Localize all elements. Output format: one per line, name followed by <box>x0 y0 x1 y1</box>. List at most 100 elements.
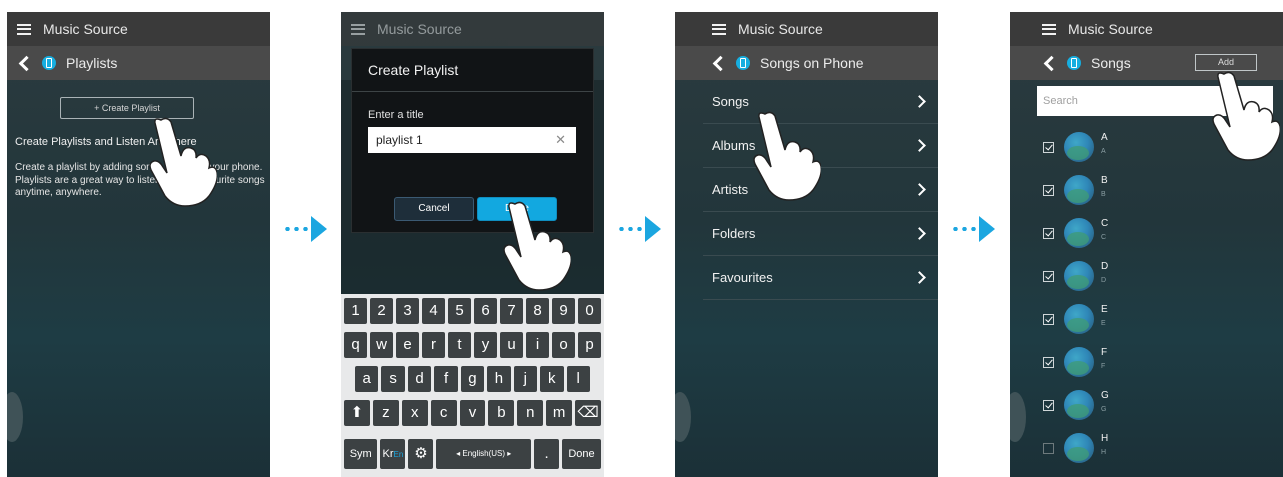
app-title: Music Source <box>377 21 462 37</box>
song-subtitle: G <box>1101 406 1107 413</box>
letter-key[interactable]: f <box>434 366 458 392</box>
letter-key[interactable]: s <box>381 366 405 392</box>
cancel-button[interactable]: Cancel <box>394 197 474 221</box>
number-key[interactable]: 2 <box>370 298 393 324</box>
language-key[interactable]: KrEn <box>380 439 406 469</box>
menu-item-favourites[interactable]: Favourites <box>703 256 938 300</box>
letter-key[interactable]: q <box>344 332 367 358</box>
menu-label: Albums <box>712 138 756 153</box>
chevron-right-icon <box>913 183 926 196</box>
key-row-bottom: ⬆ z x c v b n m ⌫ <box>344 400 602 426</box>
menu-icon[interactable] <box>17 23 31 35</box>
album-art-icon <box>1064 218 1094 248</box>
number-key[interactable]: 6 <box>474 298 497 324</box>
letter-key[interactable]: ⬆ <box>344 400 370 426</box>
done-key[interactable]: Done <box>562 439 601 469</box>
list-item[interactable]: BB <box>1010 169 1283 212</box>
back-icon[interactable] <box>18 55 35 71</box>
letter-key[interactable]: m <box>546 400 573 426</box>
number-key[interactable]: 4 <box>422 298 445 324</box>
key-row-middle: asdfghjkl <box>355 366 590 392</box>
letter-key[interactable]: r <box>422 332 445 358</box>
letter-key[interactable]: d <box>407 366 432 392</box>
list-item[interactable]: EE <box>1010 298 1283 341</box>
checkbox[interactable] <box>1043 443 1054 454</box>
letter-key[interactable]: n <box>517 400 544 426</box>
number-key[interactable]: 8 <box>526 298 549 324</box>
album-art-icon <box>1064 347 1094 377</box>
letter-key[interactable]: e <box>396 332 419 358</box>
page-title: Songs on Phone <box>760 55 864 71</box>
list-item[interactable]: FF <box>1010 341 1283 384</box>
clear-icon[interactable]: ✕ <box>555 127 566 153</box>
album-art-icon <box>1064 304 1094 334</box>
period-key[interactable]: . <box>534 439 560 469</box>
menu-item-folders[interactable]: Folders <box>703 212 938 256</box>
letter-key[interactable]: o <box>552 332 575 358</box>
checkbox[interactable] <box>1043 357 1054 368</box>
hand-pointer-icon <box>753 111 821 201</box>
album-art-icon <box>1064 175 1094 205</box>
song-subtitle: B <box>1101 191 1106 198</box>
list-item[interactable]: HH <box>1010 427 1283 470</box>
list-item[interactable]: GG <box>1010 384 1283 427</box>
letter-key[interactable]: x <box>401 400 428 426</box>
letter-key[interactable]: z <box>372 400 399 426</box>
number-key[interactable]: 1 <box>344 298 367 324</box>
number-key[interactable]: 3 <box>396 298 419 324</box>
letter-key[interactable]: v <box>459 400 486 426</box>
screen-songs: Music Source Songs Add Search AABBCCDDEE… <box>1010 12 1283 477</box>
menu-label: Artists <box>712 182 749 197</box>
letter-key[interactable]: c <box>430 400 457 426</box>
screen-playlists: Music Source Playlists + Create Playlist… <box>7 12 270 477</box>
hand-pointer-icon <box>149 117 217 207</box>
checkbox[interactable] <box>1043 185 1054 196</box>
app-title: Music Source <box>738 21 823 37</box>
menu-icon[interactable] <box>351 23 365 35</box>
number-key[interactable]: 9 <box>552 298 575 324</box>
space-key[interactable]: ◂ English(US) ▸ <box>436 439 532 469</box>
letter-key[interactable]: a <box>355 366 379 392</box>
dialog-title: Create Playlist <box>368 62 459 78</box>
sym-key[interactable]: Sym <box>344 439 378 469</box>
number-key[interactable]: 7 <box>500 298 523 324</box>
list-item[interactable]: DD <box>1010 255 1283 298</box>
list-item[interactable]: CC <box>1010 212 1283 255</box>
phone-icon <box>1067 56 1081 70</box>
letter-key[interactable]: y <box>474 332 497 358</box>
page-title: Songs <box>1091 55 1131 71</box>
letter-key[interactable]: l <box>566 366 590 392</box>
song-title: G <box>1101 390 1109 401</box>
menu-icon[interactable] <box>1042 23 1056 35</box>
page-title: Playlists <box>66 55 118 71</box>
letter-key[interactable]: j <box>513 366 538 392</box>
menu-icon[interactable] <box>712 23 726 35</box>
letter-key[interactable]: t <box>448 332 471 358</box>
letter-key[interactable]: h <box>487 366 511 392</box>
letter-key[interactable]: i <box>526 332 549 358</box>
key-row-numbers: 1234567890 <box>344 298 601 324</box>
song-subtitle: F <box>1101 363 1106 370</box>
letter-key[interactable]: p <box>578 332 601 358</box>
back-icon[interactable] <box>712 55 729 71</box>
checkbox[interactable] <box>1043 142 1054 153</box>
checkbox[interactable] <box>1043 400 1054 411</box>
letter-key[interactable]: u <box>500 332 523 358</box>
checkbox[interactable] <box>1043 228 1054 239</box>
playlist-title-input[interactable]: playlist 1 ✕ <box>368 127 576 153</box>
letter-key[interactable]: b <box>488 400 515 426</box>
key-row-function: Sym KrEn ⚙ ◂ English(US) ▸ . Done <box>344 439 601 469</box>
app-title: Music Source <box>1068 21 1153 37</box>
checkbox[interactable] <box>1043 314 1054 325</box>
letter-key[interactable]: g <box>460 366 485 392</box>
letter-key[interactable]: w <box>370 332 393 358</box>
letter-key[interactable]: ⌫ <box>575 400 602 426</box>
info-body: Create a playlist by adding songs stored… <box>15 162 265 198</box>
number-key[interactable]: 0 <box>578 298 601 324</box>
number-key[interactable]: 5 <box>448 298 471 324</box>
settings-key[interactable]: ⚙ <box>408 439 434 469</box>
letter-key[interactable]: k <box>540 366 564 392</box>
back-icon[interactable] <box>1043 55 1060 71</box>
app-title: Music Source <box>43 21 128 37</box>
checkbox[interactable] <box>1043 271 1054 282</box>
